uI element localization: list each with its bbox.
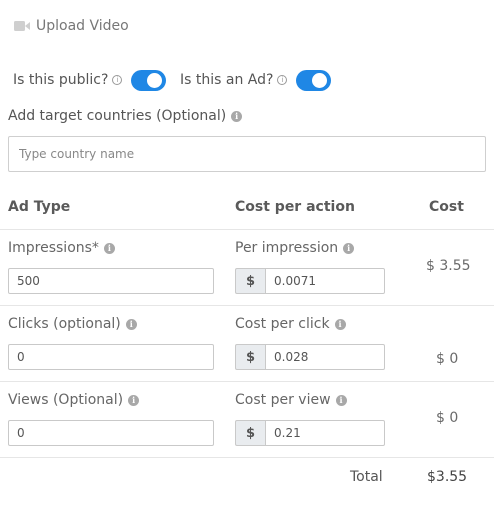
per-impression-input[interactable] [265,268,385,294]
views-label-text: Views (Optional) [8,392,124,408]
target-countries-label-text: Add target countries (Optional) [8,108,227,124]
clicks-label-text: Clicks (optional) [8,316,121,332]
impressions-input[interactable] [8,268,214,294]
public-toggle-label: Is this public? [13,72,109,88]
video-camera-icon [14,21,30,31]
table-divider [0,381,494,382]
info-icon[interactable]: i [343,242,355,254]
impressions-cost: $ 3.55 [426,258,471,274]
per-impression-label-text: Per impression [235,240,339,256]
cost-per-view-input[interactable] [265,420,385,446]
country-search-input[interactable] [8,136,486,172]
toggle-knob [312,72,328,88]
table-divider [0,305,494,306]
cost-per-click-label-text: Cost per click [235,316,330,332]
currency-addon: $ [235,420,265,446]
upload-video-button[interactable]: Upload Video [14,16,129,36]
total-label: Total [350,469,383,485]
cost-header: Cost [429,199,464,215]
cost-per-click-field: $ [235,344,385,370]
cost-per-view-label-text: Cost per view [235,392,331,408]
cost-per-action-header: Cost per action [235,199,355,215]
views-input[interactable] [8,420,214,446]
table-divider [0,457,494,458]
clicks-input[interactable] [8,344,214,370]
currency-addon: $ [235,268,265,294]
impressions-label: Impressions* i [8,240,115,256]
clicks-cost: $ 0 [436,351,459,367]
ad-toggle-label: Is this an Ad? [180,72,274,88]
info-icon[interactable]: i [277,75,288,85]
info-icon[interactable]: i [112,75,123,85]
impressions-label-text: Impressions* [8,240,99,256]
public-toggle-group: Is this public? i [13,69,167,91]
ad-toggle-switch[interactable] [296,69,332,91]
table-divider [0,229,494,230]
views-cost: $ 0 [436,410,459,426]
clicks-label: Clicks (optional) i [8,316,137,332]
target-countries-label: Add target countries (Optional) i [8,108,243,124]
upload-video-label: Upload Video [36,18,129,34]
public-toggle-switch[interactable] [131,69,167,91]
currency-addon: $ [235,344,265,370]
views-label: Views (Optional) i [8,392,140,408]
ad-toggle-group: Is this an Ad? i [180,69,332,91]
toggle-knob [147,72,163,88]
cost-per-click-input[interactable] [265,344,385,370]
info-icon[interactable]: i [334,318,346,330]
info-icon[interactable]: i [335,394,347,406]
ad-type-header: Ad Type [8,199,71,215]
info-icon[interactable]: i [128,394,140,406]
cost-per-view-field: $ [235,420,385,446]
info-icon[interactable]: i [125,318,137,330]
per-impression-field: $ [235,268,385,294]
per-impression-label: Per impression i [235,240,355,256]
info-icon[interactable]: i [231,110,243,122]
info-icon[interactable]: i [103,242,115,254]
total-value: $3.55 [427,469,468,485]
cost-per-view-label: Cost per view i [235,392,347,408]
cost-per-click-label: Cost per click i [235,316,346,332]
